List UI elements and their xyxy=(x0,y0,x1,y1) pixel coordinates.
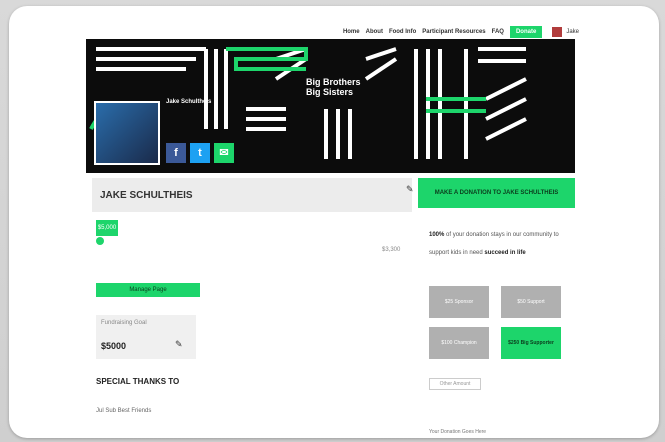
nav-faq[interactable]: FAQ xyxy=(492,29,504,35)
donation-tile-1[interactable]: $25 Sponsor xyxy=(429,286,489,318)
nav-about[interactable]: About xyxy=(366,29,383,35)
supporter-list-link[interactable]: Jul Sub Best Friends xyxy=(96,408,151,414)
blurb-bold-2: succeed in life xyxy=(484,250,526,256)
nav-food-info[interactable]: Food Info xyxy=(389,29,416,35)
facebook-share-button[interactable]: f xyxy=(166,143,186,163)
manage-page-button[interactable]: Manage Page xyxy=(96,283,200,297)
profile-photo[interactable] xyxy=(94,101,160,165)
donation-blurb: 100% of your donation stays in our commu… xyxy=(429,226,569,262)
special-thanks-heading: SPECIAL THANKS TO xyxy=(96,377,180,386)
user-name: Jake xyxy=(566,29,579,35)
nav-home[interactable]: Home xyxy=(343,29,360,35)
banner-profile-name: Jake Schultheis xyxy=(166,99,212,105)
donate-header[interactable]: MAKE A DONATION TO JAKE SCHULTHEIS xyxy=(418,178,575,208)
nav-participant-resources[interactable]: Participant Resources xyxy=(422,29,485,35)
twitter-icon: t xyxy=(198,147,202,159)
browser-frame: Home About Food Info Participant Resourc… xyxy=(9,6,659,438)
email-share-button[interactable]: ✉ xyxy=(214,143,234,163)
facebook-icon: f xyxy=(174,147,178,159)
donation-tile-2[interactable]: $50 Support xyxy=(501,286,561,318)
user-menu[interactable]: Jake xyxy=(552,27,579,37)
donation-tile-3[interactable]: $100 Champion xyxy=(429,327,489,359)
footer-note: Your Donation Goes Here xyxy=(429,429,487,435)
profile-name-bar: JAKE SCHULTHEIS xyxy=(92,178,412,212)
raised-amount: $3,300 xyxy=(382,247,401,253)
edit-goal-icon[interactable]: ✎ xyxy=(175,339,183,350)
org-logo: Big Brothers Big Sisters xyxy=(306,77,361,97)
badge-tail-icon xyxy=(96,237,104,245)
user-avatar-icon xyxy=(552,27,563,37)
email-icon: ✉ xyxy=(219,147,229,159)
org-line2: Big Sisters xyxy=(306,87,354,97)
edit-name-icon[interactable]: ✎ xyxy=(406,184,414,195)
donation-tile-4[interactable]: $250 Big Supporter xyxy=(501,327,561,359)
goal-value: $5000 xyxy=(101,341,127,351)
donate-button[interactable]: Donate xyxy=(509,26,543,38)
twitter-share-button[interactable]: t xyxy=(190,143,210,163)
progress-badge: $5,000 xyxy=(96,220,118,236)
blurb-bold-1: 100% xyxy=(429,232,445,238)
org-line1: Big Brothers xyxy=(306,77,361,87)
hero-banner: Big Brothers Big Sisters Jake Schultheis… xyxy=(86,39,575,173)
other-amount-field[interactable]: Other Amount xyxy=(429,378,481,390)
top-navigation: Home About Food Info Participant Resourc… xyxy=(343,24,579,40)
goal-label: Fundraising Goal xyxy=(101,320,147,326)
